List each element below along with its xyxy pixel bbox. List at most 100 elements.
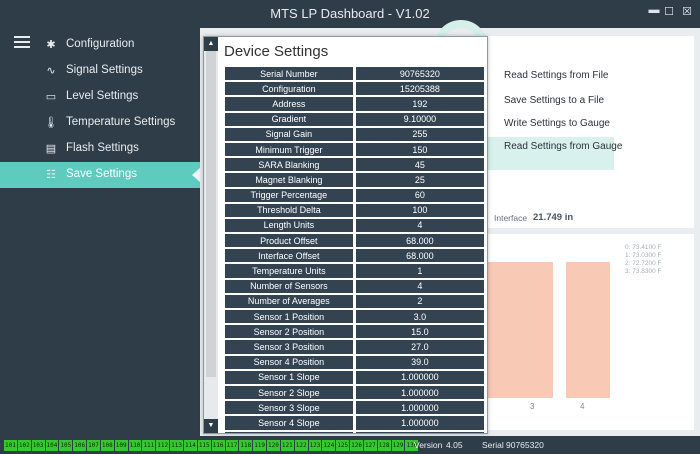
address-chip: 107 [87, 440, 100, 451]
sidebar-item-flash-settings[interactable]: ▤ Flash Settings [0, 136, 200, 162]
sidebar-item-label: Temperature Settings [66, 116, 176, 128]
address-chip: 104 [45, 440, 59, 451]
setting-value: 39.0 [355, 355, 484, 369]
setting-value: 192 [355, 97, 484, 111]
table-row: Gradient 9.10000 [225, 112, 484, 126]
setting-value: 1.000000 [355, 385, 484, 400]
setting-value: 15.0 [355, 325, 484, 339]
address-chip: 106 [73, 440, 87, 451]
table-row: Address 192 [225, 97, 484, 111]
setting-value: 68.000 [355, 249, 484, 263]
read-settings-from-gauge-button[interactable]: Read Settings from Gauge [504, 141, 622, 152]
address-chip: 122 [294, 440, 308, 451]
setting-name: Number of Sensors [225, 279, 353, 293]
window-title: MTS LP Dashboard - V1.02 [270, 6, 430, 21]
setting-value: 25 [355, 173, 484, 187]
table-row: Magnet Blanking 25 [225, 173, 484, 187]
address-chip: 119 [253, 440, 267, 451]
table-row: Sensor 4 Position 39.0 [225, 355, 484, 369]
setting-value: 3.0 [355, 310, 484, 324]
setting-name: Sensor 4 Position [225, 355, 353, 369]
table-row: Number of Sensors 4 [225, 279, 484, 293]
table-row: Threshold Delta 100 [225, 203, 484, 217]
table-row: Interface Offset 68.000 [225, 249, 484, 263]
sidebar-item-label: Save Settings [66, 168, 137, 180]
address-chip: 127 [363, 440, 377, 451]
close-icon[interactable]: ☒ [681, 5, 693, 18]
flash-save-icon: ▤ [45, 143, 57, 155]
bar-label: 3 [530, 402, 535, 411]
table-row: Length Units 4 [225, 218, 484, 233]
device-settings-panel: ▲ ▼ Device Settings Serial Number 9076532… [203, 36, 488, 434]
address-chip: 116 [211, 440, 225, 451]
sidebar-item-signal-settings[interactable]: ∿ Signal Settings [0, 58, 200, 84]
sidebar-item-save-settings[interactable]: ☷ Save Settings [0, 162, 200, 188]
setting-value: 90765320 [355, 67, 484, 81]
temperature-bar [566, 262, 610, 398]
interface-value: 21.749 in [533, 212, 574, 223]
table-row: Serial Number 90765320 [225, 67, 484, 81]
address-chip: 115 [197, 440, 211, 451]
device-settings-table: Serial Number 90765320 Configuration 152053… [222, 65, 487, 433]
setting-name: Length Units [225, 218, 353, 233]
status-bar: 101 102 103 104 105 106 107 108 109 110 111 112 113 1… [0, 436, 700, 454]
setting-value: 1 [355, 264, 484, 278]
read-settings-from-file-button[interactable]: Read Settings from File [504, 70, 609, 81]
address-chip: 124 [322, 440, 336, 451]
sidebar-item-label: Flash Settings [66, 142, 139, 154]
setting-value: 45 [355, 158, 484, 172]
sidebar: ✱ Configuration ∿ Signal Settings ▭ Leve… [0, 28, 200, 436]
address-chip: 113 [170, 440, 183, 451]
setting-name: Sensor 1 Intercept [225, 431, 353, 433]
address-chip: 114 [183, 440, 197, 451]
sidebar-item-label: Level Settings [66, 90, 139, 102]
sidebar-item-level-settings[interactable]: ▭ Level Settings [0, 84, 200, 110]
address-chip: 109 [114, 440, 128, 451]
setting-name: Temperature Units [225, 264, 353, 278]
sidebar-item-configuration[interactable]: ✱ Configuration [0, 32, 200, 58]
address-chip: 111 [142, 440, 156, 451]
save-settings-to-file-button[interactable]: Save Settings to a File [504, 95, 604, 106]
setting-value: 4 [355, 279, 484, 293]
setting-value: 60 [355, 188, 484, 202]
address-chips: 101 102 103 104 105 106 107 108 109 110 111 112 113 1… [4, 440, 419, 451]
setting-name: Configuration [225, 82, 353, 96]
setting-value: 100 [355, 203, 484, 217]
setting-name: Product Offset [225, 234, 353, 248]
version-label: Version [414, 440, 443, 450]
setting-name: Address [225, 97, 353, 111]
legend-entry: 1: 73.0300 F [625, 252, 662, 259]
setting-value: 2 [355, 294, 484, 308]
bar-label: 4 [580, 402, 585, 411]
write-settings-to-gauge-button[interactable]: Write Settings to Gauge [504, 118, 610, 129]
scroll-down-icon[interactable]: ▼ [204, 419, 218, 433]
panel-title: Device Settings [224, 43, 329, 60]
setting-name: Sensor 1 Position [225, 310, 353, 324]
serial-label: Serial [482, 440, 504, 450]
sidebar-item-temperature-settings[interactable]: 🌡 Temperature Settings [0, 110, 200, 136]
table-row: Sensor 1 Intercept0.000000 [225, 431, 484, 433]
setting-name: Magnet Blanking [225, 173, 353, 187]
scroll-up-icon[interactable]: ▲ [204, 37, 218, 51]
table-row: Configuration 15205388 [225, 82, 484, 96]
setting-value: 1.000000 [355, 401, 484, 415]
maximize-icon[interactable]: ☐ [663, 5, 675, 18]
legend-entry: 3: 73.8300 F [625, 268, 662, 275]
table-row: Sensor 3 Position 27.0 [225, 340, 484, 354]
setting-name: Number of Averages [225, 294, 353, 308]
setting-name: Gradient [225, 112, 353, 126]
scrollbar-thumb[interactable] [206, 51, 216, 377]
address-chip: 118 [239, 440, 253, 451]
setting-name: Sensor 3 Position [225, 340, 353, 354]
version-value: 4.05 [446, 440, 463, 450]
table-row: Product Offset 68.000 [225, 234, 484, 248]
address-chip: 125 [336, 440, 350, 451]
legend-entry: 0: 73.4100 F [625, 244, 662, 251]
address-chip: 128 [377, 440, 391, 451]
setting-value: 15205388 [355, 82, 484, 96]
address-chip: 112 [156, 440, 170, 451]
scrollbar[interactable]: ▲ ▼ [204, 37, 218, 433]
setting-name: Trigger Percentage [225, 188, 353, 202]
minimize-icon[interactable]: ▬ [648, 4, 660, 16]
setting-name: Serial Number [225, 67, 353, 81]
